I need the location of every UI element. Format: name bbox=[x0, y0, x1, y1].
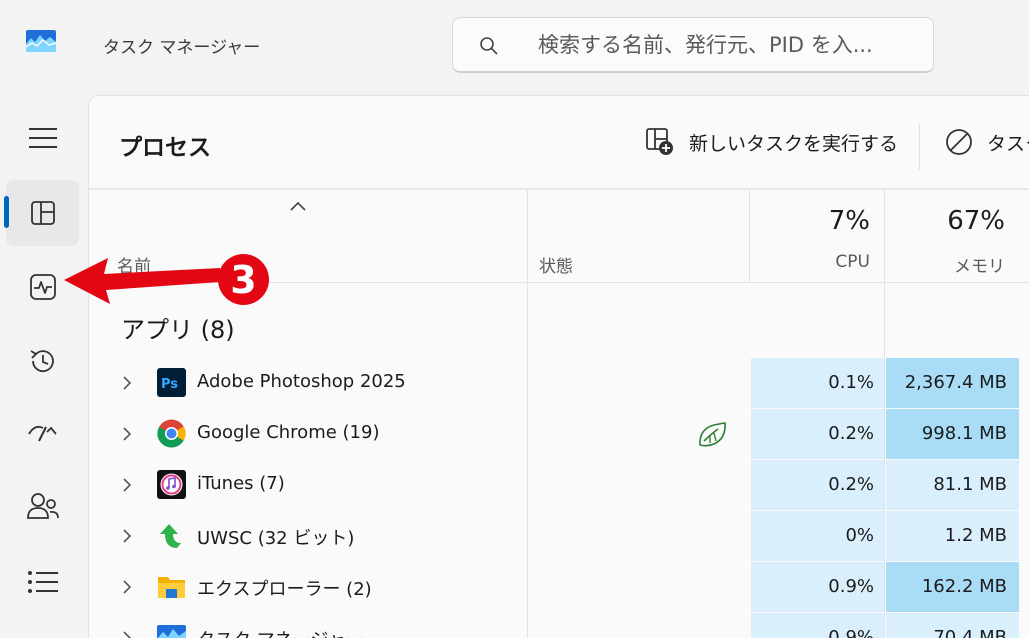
table-row[interactable]: iTunes (7) 0.2% 81.1 MB bbox=[89, 460, 1029, 510]
column-divider bbox=[749, 190, 750, 282]
column-header-status[interactable]: 状態 bbox=[539, 252, 573, 277]
cpu-cell: 0% bbox=[751, 511, 884, 561]
performance-icon bbox=[29, 274, 56, 300]
chevron-right-icon[interactable] bbox=[121, 374, 133, 392]
table-row[interactable]: Google Chrome (19) 0.2% 998.1 MB bbox=[89, 409, 1029, 459]
annotation-badge: 3 bbox=[218, 254, 269, 305]
memory-total-percent: 67% bbox=[947, 206, 1005, 236]
group-title-apps: アプリ (8) bbox=[121, 316, 235, 344]
table-row[interactable]: エクスプローラー (2) 0.9% 162.2 MB bbox=[89, 562, 1029, 612]
users-icon bbox=[26, 493, 59, 519]
cpu-total-percent: 7% bbox=[828, 206, 870, 236]
app-history-icon bbox=[30, 350, 54, 373]
uwsc-icon bbox=[160, 524, 181, 548]
chevron-right-icon[interactable] bbox=[121, 629, 133, 638]
search-input[interactable] bbox=[538, 29, 928, 61]
cpu-cell: 0.1% bbox=[751, 358, 884, 408]
table-row[interactable]: Ps Adobe Photoshop 2025 0.1% 2,367.4 MB bbox=[89, 358, 1029, 408]
chevron-right-icon[interactable] bbox=[121, 425, 133, 443]
app-title: タスク マネージャー bbox=[103, 38, 261, 58]
cpu-cell: 0.2% bbox=[751, 409, 884, 459]
run-new-task-button[interactable]: 新しいタスクを実行する bbox=[645, 124, 898, 160]
column-header-memory[interactable]: メモリ bbox=[954, 252, 1005, 277]
task-manager-logo-icon bbox=[26, 30, 56, 52]
annotation-arrow bbox=[64, 258, 220, 304]
column-header-cpu[interactable]: CPU bbox=[835, 252, 870, 272]
process-name: Google Chrome (19) bbox=[197, 422, 380, 443]
chrome-icon bbox=[157, 419, 186, 448]
end-task-button[interactable]: タスク bbox=[945, 124, 1029, 160]
table-row[interactable]: UWSC (32 ビット) 0% 1.2 MB bbox=[89, 511, 1029, 561]
menu-icon bbox=[28, 128, 57, 148]
nav-app-history[interactable] bbox=[6, 328, 79, 394]
chevron-right-icon[interactable] bbox=[121, 578, 133, 596]
memory-cell: 998.1 MB bbox=[886, 409, 1019, 459]
processes-icon bbox=[30, 201, 55, 225]
efficiency-mode-icon bbox=[699, 422, 726, 447]
cpu-cell: 0.2% bbox=[751, 460, 884, 510]
toolbar-divider bbox=[919, 124, 920, 170]
process-name: タスク マネージャー bbox=[197, 626, 363, 638]
run-task-label: 新しいタスクを実行する bbox=[689, 132, 899, 155]
details-icon bbox=[27, 571, 58, 593]
process-name: UWSC (32 ビット) bbox=[197, 528, 355, 549]
memory-cell: 2,367.4 MB bbox=[886, 358, 1019, 408]
sort-ascending-icon[interactable] bbox=[289, 200, 307, 212]
run-task-icon bbox=[646, 128, 673, 155]
table-row[interactable]: タスク マネージャー 0.9% 70.4 MB bbox=[89, 613, 1029, 638]
nav-users[interactable] bbox=[6, 474, 79, 540]
memory-cell: 162.2 MB bbox=[886, 562, 1019, 612]
toolbar-bottom-divider bbox=[89, 188, 1029, 190]
photoshop-icon: Ps bbox=[157, 368, 186, 397]
chevron-right-icon[interactable] bbox=[121, 476, 133, 494]
memory-cell: 81.1 MB bbox=[886, 460, 1019, 510]
itunes-icon bbox=[157, 470, 186, 499]
memory-cell: 70.4 MB bbox=[886, 613, 1019, 638]
processes-panel: プロセス 新しいタスクを実行する タスク 名前 状態 7% CPU 67% メモ… bbox=[88, 95, 1029, 638]
cpu-cell: 0.9% bbox=[751, 613, 884, 638]
startup-apps-icon bbox=[27, 425, 57, 442]
svg-text:Ps: Ps bbox=[161, 377, 178, 392]
end-task-label: タスク bbox=[987, 132, 1029, 155]
page-title: プロセス bbox=[119, 135, 211, 161]
nav-startup-apps[interactable] bbox=[6, 400, 79, 466]
search-icon bbox=[480, 37, 498, 55]
hamburger-menu-button[interactable] bbox=[6, 105, 79, 171]
task-manager-icon bbox=[157, 625, 186, 638]
search-box[interactable] bbox=[452, 17, 934, 73]
chevron-right-icon[interactable] bbox=[121, 527, 133, 545]
process-name: Adobe Photoshop 2025 bbox=[197, 371, 406, 392]
active-indicator bbox=[4, 196, 9, 228]
process-name: エクスプローラー (2) bbox=[197, 579, 372, 600]
end-task-icon bbox=[946, 129, 972, 155]
explorer-icon bbox=[158, 577, 185, 598]
nav-details[interactable] bbox=[6, 549, 79, 615]
nav-processes[interactable] bbox=[6, 180, 79, 246]
cpu-cell: 0.9% bbox=[751, 562, 884, 612]
process-name: iTunes (7) bbox=[197, 473, 285, 494]
memory-cell: 1.2 MB bbox=[886, 511, 1019, 561]
